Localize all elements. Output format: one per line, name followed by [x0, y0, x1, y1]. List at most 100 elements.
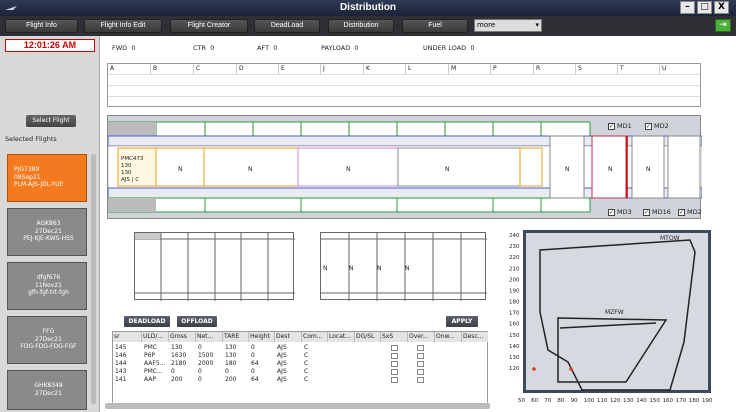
- md3-checkbox[interactable]: ✓ MD3: [608, 208, 632, 216]
- table-header[interactable]: Over...: [408, 332, 435, 342]
- flight-card[interactable]: GHK8348 27Dec21: [7, 370, 87, 410]
- position-grid: A B C D E J K L M P R S T U: [107, 63, 701, 107]
- sxs-checkbox[interactable]: [391, 345, 398, 351]
- over-checkbox[interactable]: [417, 369, 424, 375]
- position-status[interactable]: N: [608, 166, 613, 173]
- table-header[interactable]: Height: [249, 332, 275, 342]
- over-checkbox[interactable]: [417, 361, 424, 367]
- minimize-button[interactable]: –: [680, 1, 695, 14]
- md2-label: MD2: [654, 122, 669, 130]
- deadload-action-button[interactable]: DEADLOAD: [124, 316, 170, 327]
- distribution-button[interactable]: Distribution: [328, 19, 394, 33]
- position-status[interactable]: N: [349, 265, 354, 272]
- cell-height: 64: [251, 360, 259, 367]
- envelope-svg: MTOW MZFW 240230220210200190180170160150…: [509, 230, 713, 404]
- table-header[interactable]: TARE: [223, 332, 249, 342]
- apply-button[interactable]: APPLY: [446, 316, 478, 327]
- flight-card[interactable]: AGK863 27Dec21 PEJ-KJE-KWS-HSS: [7, 208, 87, 256]
- payload-label: PAYLOAD: [321, 44, 351, 52]
- deadload-button[interactable]: DeadLoad: [254, 19, 320, 33]
- position-status[interactable]: N: [323, 265, 328, 272]
- flight-creator-button[interactable]: Flight Creator: [170, 19, 248, 33]
- sxs-checkbox[interactable]: [391, 369, 398, 375]
- window-title: Distribution: [339, 2, 397, 13]
- uld-table: sr ULD/... Gross Net... TARE Height Dest…: [112, 331, 488, 407]
- underload-label: UNDER LOAD: [423, 44, 467, 52]
- table-header[interactable]: Com...: [302, 332, 328, 342]
- flight-info-edit-button[interactable]: Flight Info Edit: [84, 19, 162, 33]
- md16-checkbox[interactable]: ✓ MD16: [643, 208, 671, 216]
- md2b-checkbox[interactable]: ✓ MD2: [678, 208, 702, 216]
- table-header[interactable]: Locat...: [328, 332, 355, 342]
- cell-tare: 130: [225, 344, 237, 351]
- cell-dest: AJS: [277, 376, 287, 383]
- maximize-button[interactable]: □: [697, 1, 712, 14]
- y-tick-label: 200: [509, 277, 520, 283]
- table-header[interactable]: Dest: [275, 332, 302, 342]
- table-header[interactable]: Onw...: [435, 332, 462, 342]
- flight-date: 11Nov21: [35, 281, 62, 289]
- cell-height: 0: [251, 352, 255, 359]
- over-checkbox[interactable]: [417, 377, 424, 383]
- md16-label: MD16: [652, 208, 671, 216]
- table-header[interactable]: DG/SL: [355, 332, 381, 342]
- uld-net: 130: [121, 170, 132, 176]
- cell-gross: 0: [171, 368, 175, 375]
- y-tick-label: 150: [509, 333, 520, 339]
- sxs-checkbox[interactable]: [391, 361, 398, 367]
- table-header[interactable]: sr: [113, 332, 142, 342]
- select-flight-button[interactable]: Select Flight: [26, 115, 76, 127]
- exit-icon[interactable]: ⇥: [715, 19, 731, 32]
- y-tick-label: 140: [509, 344, 520, 350]
- more-dropdown[interactable]: more ▾: [474, 19, 542, 32]
- md2b-label: MD2: [687, 208, 702, 216]
- position-status[interactable]: N: [346, 166, 351, 173]
- cell-com: C: [304, 352, 309, 359]
- flight-card[interactable]: FFG 27Dec21 FDG-FDG-FDG-FGF: [7, 316, 87, 364]
- cell-net: 1500: [198, 352, 214, 359]
- table-header[interactable]: Gross: [169, 332, 196, 342]
- fuel-button[interactable]: Fuel: [402, 19, 468, 33]
- table-header[interactable]: ULD/...: [142, 332, 169, 342]
- flight-card-selected[interactable]: PJG7389 08Sep21 PLM-AJS-JDL-YUE: [7, 154, 87, 202]
- position-status[interactable]: N: [646, 166, 651, 173]
- sidebar-scrollbar[interactable]: [91, 154, 96, 404]
- cell-sr: 144: [115, 360, 127, 367]
- horizontal-scrollbar[interactable]: [105, 403, 490, 409]
- y-tick-label: 120: [509, 366, 520, 372]
- ctr-value: 0: [210, 44, 215, 52]
- cell-uld: PMC: [144, 344, 157, 351]
- cell-com: C: [304, 360, 309, 367]
- y-tick-label: 170: [509, 311, 520, 317]
- md1-checkbox[interactable]: ✓ MD1: [608, 122, 632, 130]
- flight-info-button[interactable]: Flight Info: [5, 19, 78, 33]
- position-status[interactable]: N: [405, 265, 410, 272]
- offload-button[interactable]: OFFLOAD: [177, 316, 217, 327]
- y-tick-label: 220: [509, 255, 520, 261]
- ctr-label: CTR: [193, 44, 207, 52]
- grid-col-header: E: [279, 64, 321, 74]
- over-checkbox[interactable]: [417, 353, 424, 359]
- y-tick-label: 180: [509, 300, 520, 306]
- position-status[interactable]: N: [445, 166, 450, 173]
- flight-sidebar: 12:01:26 AM Select Flight Selected Fligh…: [0, 36, 100, 412]
- md2-checkbox[interactable]: ✓ MD2: [645, 122, 669, 130]
- position-status[interactable]: N: [248, 166, 253, 173]
- x-tick-label: 120: [610, 398, 621, 404]
- flight-card[interactable]: dfgf676 11Nov21 gfh-fgf-trt-fgh: [7, 262, 87, 310]
- over-checkbox[interactable]: [417, 345, 424, 351]
- position-status[interactable]: N: [178, 166, 183, 173]
- position-status[interactable]: N: [377, 265, 382, 272]
- check-icon: ✓: [678, 208, 685, 216]
- grid-col-header: M: [449, 64, 491, 74]
- sxs-checkbox[interactable]: [391, 377, 398, 383]
- x-tick-label: 70: [544, 398, 551, 404]
- table-header[interactable]: SxS: [381, 332, 408, 342]
- position-status[interactable]: N: [565, 166, 570, 173]
- flight-date: 27Dec21: [35, 335, 62, 343]
- table-header[interactable]: Desc...: [462, 332, 488, 342]
- sxs-checkbox[interactable]: [391, 353, 398, 359]
- more-dropdown-value: more: [477, 21, 496, 29]
- close-button[interactable]: X: [714, 1, 729, 14]
- table-header[interactable]: Net...: [196, 332, 223, 342]
